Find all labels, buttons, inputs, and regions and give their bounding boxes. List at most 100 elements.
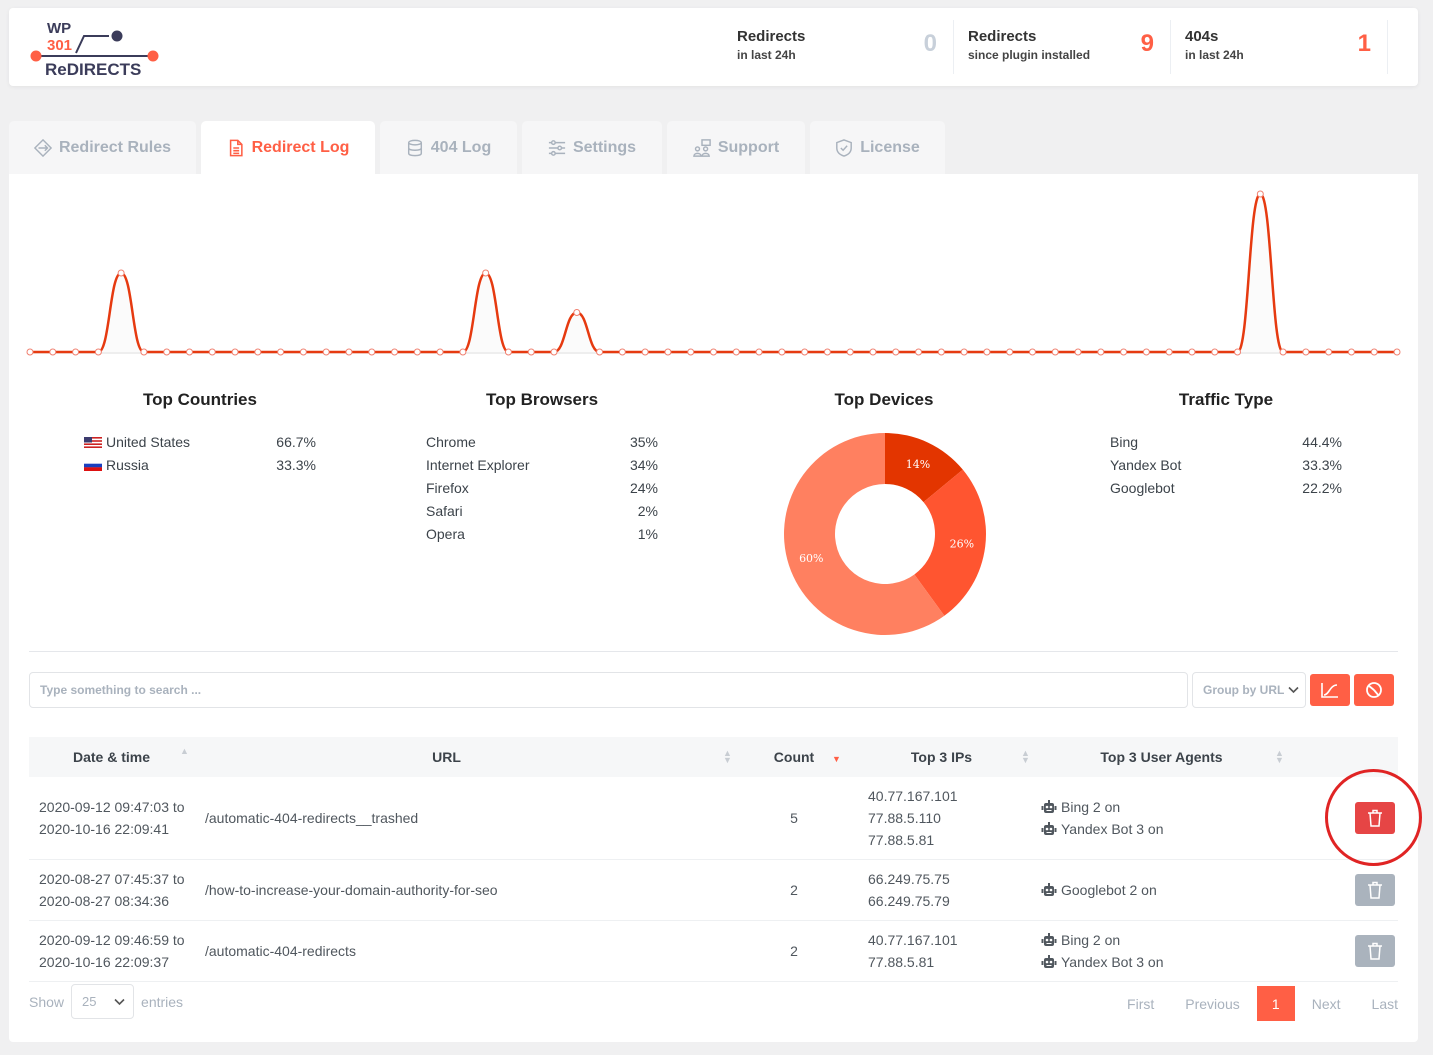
chart-point[interactable] (1279, 348, 1287, 356)
chart-point[interactable] (254, 348, 262, 356)
chart-point[interactable] (596, 348, 604, 356)
delete-button[interactable] (1355, 935, 1395, 967)
chart-point[interactable] (1165, 348, 1173, 356)
chart-point[interactable] (573, 309, 581, 316)
pagination-last[interactable]: Last (1372, 996, 1398, 1012)
chart-point[interactable] (231, 348, 239, 356)
chart-point[interactable] (1211, 348, 1219, 356)
column-header-ips[interactable]: Top 3 IPs ▲ ▼ (849, 737, 1034, 777)
column-header-user-agents[interactable]: Top 3 User Agents ▲ ▼ (1034, 737, 1289, 777)
chart-point[interactable] (1302, 348, 1310, 356)
robot-icon (1041, 883, 1057, 896)
cell-user-agents: Bing 2 on Yandex Bot 3 on (1034, 777, 1289, 859)
list-item: Safari 2% (426, 499, 658, 522)
chart-point[interactable] (482, 269, 490, 277)
donut-label: 60% (799, 552, 823, 565)
chart-point[interactable] (26, 348, 34, 356)
chart-point[interactable] (823, 348, 831, 356)
stat-value: 1 (1357, 30, 1371, 57)
pagination-next[interactable]: Next (1312, 996, 1341, 1012)
chart-point[interactable] (163, 348, 171, 356)
show-chart-button[interactable] (1310, 674, 1350, 706)
tab-license[interactable]: License (810, 121, 945, 174)
show-stats-button[interactable] (1354, 674, 1394, 706)
chart-point[interactable] (1074, 348, 1082, 356)
chart-point[interactable] (1097, 348, 1105, 356)
chart-point[interactable] (208, 348, 216, 356)
chart-point[interactable] (710, 348, 717, 356)
chart-point[interactable] (185, 348, 193, 356)
chart-point[interactable] (1028, 348, 1036, 356)
column-header-url[interactable]: URL ▲ ▼ (194, 737, 739, 777)
chart-point[interactable] (322, 348, 330, 356)
chart-point[interactable] (869, 348, 877, 356)
pagination-previous[interactable]: Previous (1185, 996, 1239, 1012)
chart-point[interactable] (413, 348, 421, 356)
chart-point[interactable] (983, 348, 991, 356)
page-size-select[interactable]: 25 (71, 984, 135, 1019)
chart-point[interactable] (117, 269, 125, 277)
chart-point[interactable] (368, 348, 376, 356)
chart-point[interactable] (1142, 348, 1150, 356)
chart-point[interactable] (345, 348, 353, 356)
chart-point[interactable] (1051, 348, 1059, 356)
robot-icon (1041, 933, 1057, 946)
cell-actions (1289, 860, 1398, 920)
chart-point[interactable] (618, 348, 626, 356)
chart-point[interactable] (960, 348, 968, 356)
chart-point[interactable] (732, 348, 740, 356)
chart-point[interactable] (1188, 348, 1196, 356)
chart-point[interactable] (687, 348, 695, 356)
chart-point[interactable] (1347, 348, 1355, 356)
chart-point[interactable] (299, 348, 307, 356)
chart-point[interactable] (915, 348, 923, 356)
chart-point[interactable] (49, 348, 57, 356)
tab-redirect-log[interactable]: Redirect Log (201, 121, 375, 174)
chart-point[interactable] (1256, 190, 1264, 198)
tab-settings[interactable]: Settings (522, 121, 662, 174)
search-input[interactable] (29, 672, 1188, 708)
chart-point[interactable] (846, 348, 854, 356)
sort-desc-icon: ▼ (832, 754, 841, 764)
delete-button[interactable] (1355, 874, 1395, 906)
chart-point[interactable] (892, 348, 900, 356)
browser-value: 2% (637, 502, 658, 519)
column-header-count[interactable]: Count ▼ (739, 737, 849, 777)
tab-support[interactable]: Support (667, 121, 805, 174)
pagination-first[interactable]: First (1127, 996, 1154, 1012)
chart-point[interactable] (1393, 348, 1401, 356)
list-item: Chrome 35% (426, 430, 658, 453)
chevron-down-icon (1288, 686, 1299, 694)
chart-point[interactable] (778, 348, 786, 356)
chart-point[interactable] (527, 348, 535, 356)
column-header-date[interactable]: Date & time ▲ (29, 737, 194, 777)
chart-point[interactable] (1370, 348, 1378, 356)
chart-point[interactable] (1006, 348, 1014, 356)
pagination-page-1[interactable]: 1 (1256, 986, 1295, 1021)
us-flag-icon (84, 436, 102, 448)
chart-point[interactable] (504, 348, 512, 356)
tab-404-log[interactable]: 404 Log (380, 121, 517, 174)
group-by-select[interactable]: Group by URL (1192, 672, 1306, 708)
chart-point[interactable] (1325, 348, 1333, 356)
stats-summary: Redirects in last 24h 0 Redirects since … (737, 20, 1388, 74)
chart-point[interactable] (277, 348, 285, 356)
chart-point[interactable] (755, 348, 763, 356)
chart-point[interactable] (459, 348, 467, 356)
cell-count: 5 (790, 810, 798, 826)
chart-point[interactable] (1120, 348, 1128, 356)
tab-redirect-rules[interactable]: Redirect Rules (9, 121, 196, 174)
chart-point[interactable] (550, 348, 558, 356)
chart-point[interactable] (436, 348, 444, 356)
chart-point[interactable] (664, 348, 672, 356)
chart-point[interactable] (801, 348, 809, 356)
chart-point[interactable] (937, 348, 945, 356)
chart-point[interactable] (391, 348, 399, 356)
chart-point[interactable] (641, 348, 649, 356)
chart-point[interactable] (94, 348, 102, 356)
chart-point[interactable] (72, 348, 80, 356)
delete-button[interactable] (1355, 802, 1395, 834)
chart-point[interactable] (140, 348, 148, 356)
tab-label: License (860, 138, 920, 156)
chart-point[interactable] (1234, 348, 1242, 356)
